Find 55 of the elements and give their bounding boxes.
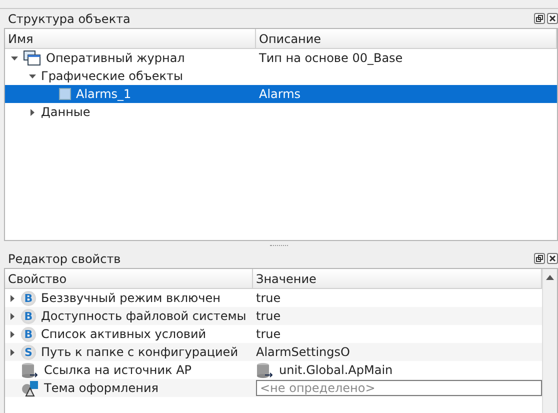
float-button[interactable] xyxy=(534,253,545,264)
scroll-up-icon[interactable] xyxy=(546,275,554,280)
tree-item-label: Графические объекты xyxy=(41,69,183,83)
property-name: Беззвучный режим включен xyxy=(41,291,220,305)
property-value: true xyxy=(256,309,281,323)
property-name: Список активных условий xyxy=(41,327,206,341)
type-badge: S xyxy=(21,344,36,360)
column-header[interactable]: Имя xyxy=(5,29,256,48)
value-input-field[interactable]: <не определено> xyxy=(256,380,542,396)
property-name: Доступность файловой системы xyxy=(41,309,246,323)
expand-arrow-icon[interactable] xyxy=(9,348,16,356)
scrollbar[interactable] xyxy=(542,269,557,413)
type-badge: B xyxy=(21,308,36,324)
close-button[interactable] xyxy=(547,253,558,264)
property-row[interactable]: S Путь к папке с конфигурацией AlarmSettingsO xyxy=(5,343,542,361)
expand-arrow-icon[interactable] xyxy=(9,294,16,302)
panel-title: Редактор свойств xyxy=(8,252,121,266)
type-badge: B xyxy=(21,290,36,306)
property-row[interactable]: Ссылка на источник АР unit.Global.ApMain xyxy=(5,361,542,379)
property-value: AlarmSettingsO xyxy=(256,345,350,359)
column-header[interactable]: Описание xyxy=(256,29,557,48)
database-icon xyxy=(256,362,274,378)
tree-row[interactable]: Данные xyxy=(5,103,557,121)
float-button[interactable] xyxy=(534,13,545,24)
column-header[interactable]: Свойство xyxy=(5,269,253,288)
collapse-arrow-icon[interactable] xyxy=(11,54,18,62)
panel-title: Структура объекта xyxy=(8,12,130,26)
expand-arrow-icon[interactable] xyxy=(29,108,36,116)
tree-row[interactable]: Оперативный журнал Тип на основе 00_Base xyxy=(5,49,557,67)
theme-icon xyxy=(21,380,39,396)
close-button[interactable] xyxy=(547,13,558,24)
property-row[interactable]: Тема оформления <не определено> xyxy=(5,379,542,397)
property-row[interactable]: B Беззвучный режим включен true xyxy=(5,289,542,307)
tree-item-label: Данные xyxy=(41,105,90,119)
window-icon xyxy=(23,50,41,66)
property-value: true xyxy=(256,327,281,341)
tree-item-description: Alarms xyxy=(258,87,302,101)
property-value: true xyxy=(256,291,281,305)
tree-row[interactable]: Alarms_1 Alarms xyxy=(5,85,557,103)
database-icon xyxy=(21,362,39,378)
object-icon xyxy=(59,88,71,100)
property-value: unit.Global.ApMain xyxy=(279,363,393,377)
tree-row[interactable]: Графические объекты xyxy=(5,67,557,85)
property-name: Тема оформления xyxy=(44,381,158,395)
property-row[interactable]: B Доступность файловой системы true xyxy=(5,307,542,325)
type-badge: B xyxy=(21,326,36,342)
tree-item-label: Alarms_1 xyxy=(76,87,132,101)
tree-item-description: Тип на основе 00_Base xyxy=(258,51,404,65)
property-name: Путь к папке с конфигурацией xyxy=(41,345,238,359)
tree-item-label: Оперативный журнал xyxy=(46,51,185,65)
property-row[interactable]: B Список активных условий true xyxy=(5,325,542,343)
expand-arrow-icon[interactable] xyxy=(9,312,16,320)
expand-arrow-icon[interactable] xyxy=(9,330,16,338)
collapse-arrow-icon[interactable] xyxy=(29,72,36,80)
property-name: Ссылка на источник АР xyxy=(44,363,192,377)
